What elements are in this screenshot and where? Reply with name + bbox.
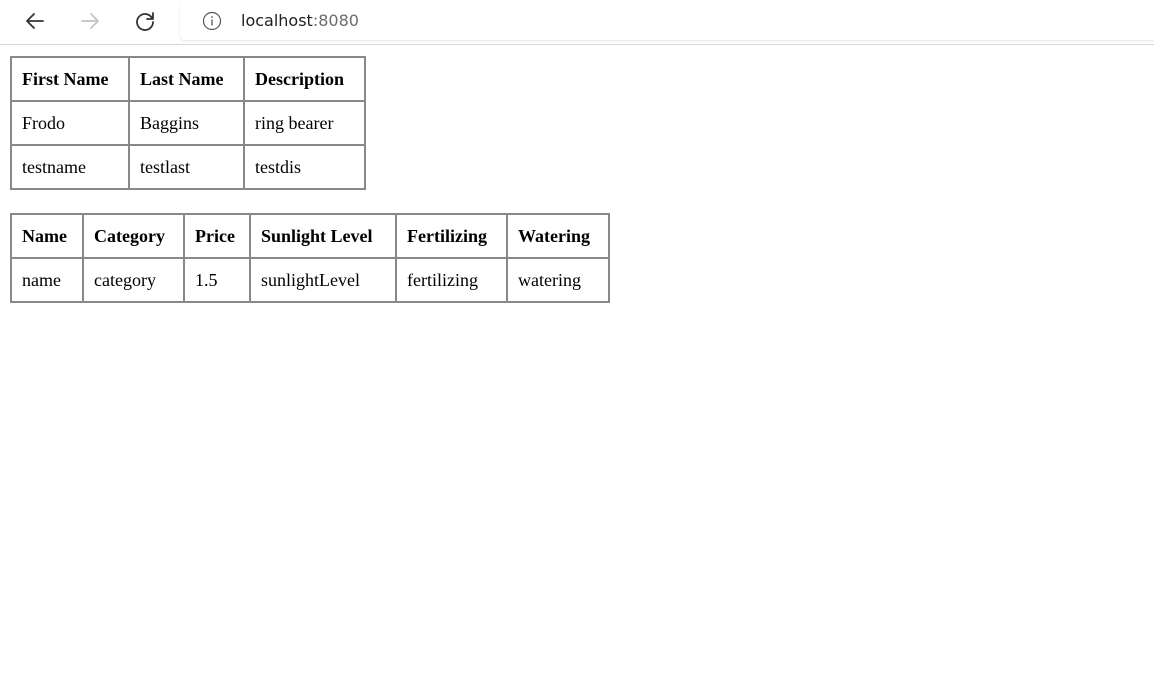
info-icon[interactable] (202, 11, 222, 31)
table-cell: Frodo (11, 101, 129, 145)
column-header-category: Category (83, 214, 184, 258)
table-cell: category (83, 258, 184, 302)
people-table: First Name Last Name Description Frodo B… (10, 56, 366, 190)
table-cell: 1.5 (184, 258, 250, 302)
table-row: name category 1.5 sunlightLevel fertiliz… (11, 258, 609, 302)
column-header-description: Description (244, 57, 365, 101)
arrow-right-icon (81, 13, 99, 29)
arrow-left-icon (26, 13, 44, 29)
table-cell: fertilizing (396, 258, 507, 302)
column-header-watering: Watering (507, 214, 609, 258)
table-cell: testdis (244, 145, 365, 189)
table-cell: name (11, 258, 83, 302)
table-header-row: First Name Last Name Description (11, 57, 365, 101)
reload-button[interactable] (129, 6, 161, 36)
plants-table: Name Category Price Sunlight Level Ferti… (10, 213, 610, 303)
table-cell: Baggins (129, 101, 244, 145)
back-button[interactable] (19, 6, 51, 36)
table-cell: testlast (129, 145, 244, 189)
table-cell: sunlightLevel (250, 258, 396, 302)
column-header-name: Name (11, 214, 83, 258)
address-bar[interactable]: localhost:8080 (180, 2, 1154, 40)
column-header-sunlight-level: Sunlight Level (250, 214, 396, 258)
table-header-row: Name Category Price Sunlight Level Ferti… (11, 214, 609, 258)
column-header-fertilizing: Fertilizing (396, 214, 507, 258)
table-cell: testname (11, 145, 129, 189)
column-header-price: Price (184, 214, 250, 258)
table-row: Frodo Baggins ring bearer (11, 101, 365, 145)
browser-toolbar: localhost:8080 (0, 0, 1154, 45)
column-header-first-name: First Name (11, 57, 129, 101)
url-text[interactable]: localhost:8080 (241, 11, 359, 31)
table-cell: watering (507, 258, 609, 302)
url-host: localhost (241, 11, 313, 30)
table-cell: ring bearer (244, 101, 365, 145)
forward-button[interactable] (74, 6, 106, 36)
reload-icon (136, 12, 154, 31)
url-port: :8080 (312, 11, 359, 30)
column-header-last-name: Last Name (129, 57, 244, 101)
table-row: testname testlast testdis (11, 145, 365, 189)
page-content: First Name Last Name Description Frodo B… (10, 56, 610, 303)
